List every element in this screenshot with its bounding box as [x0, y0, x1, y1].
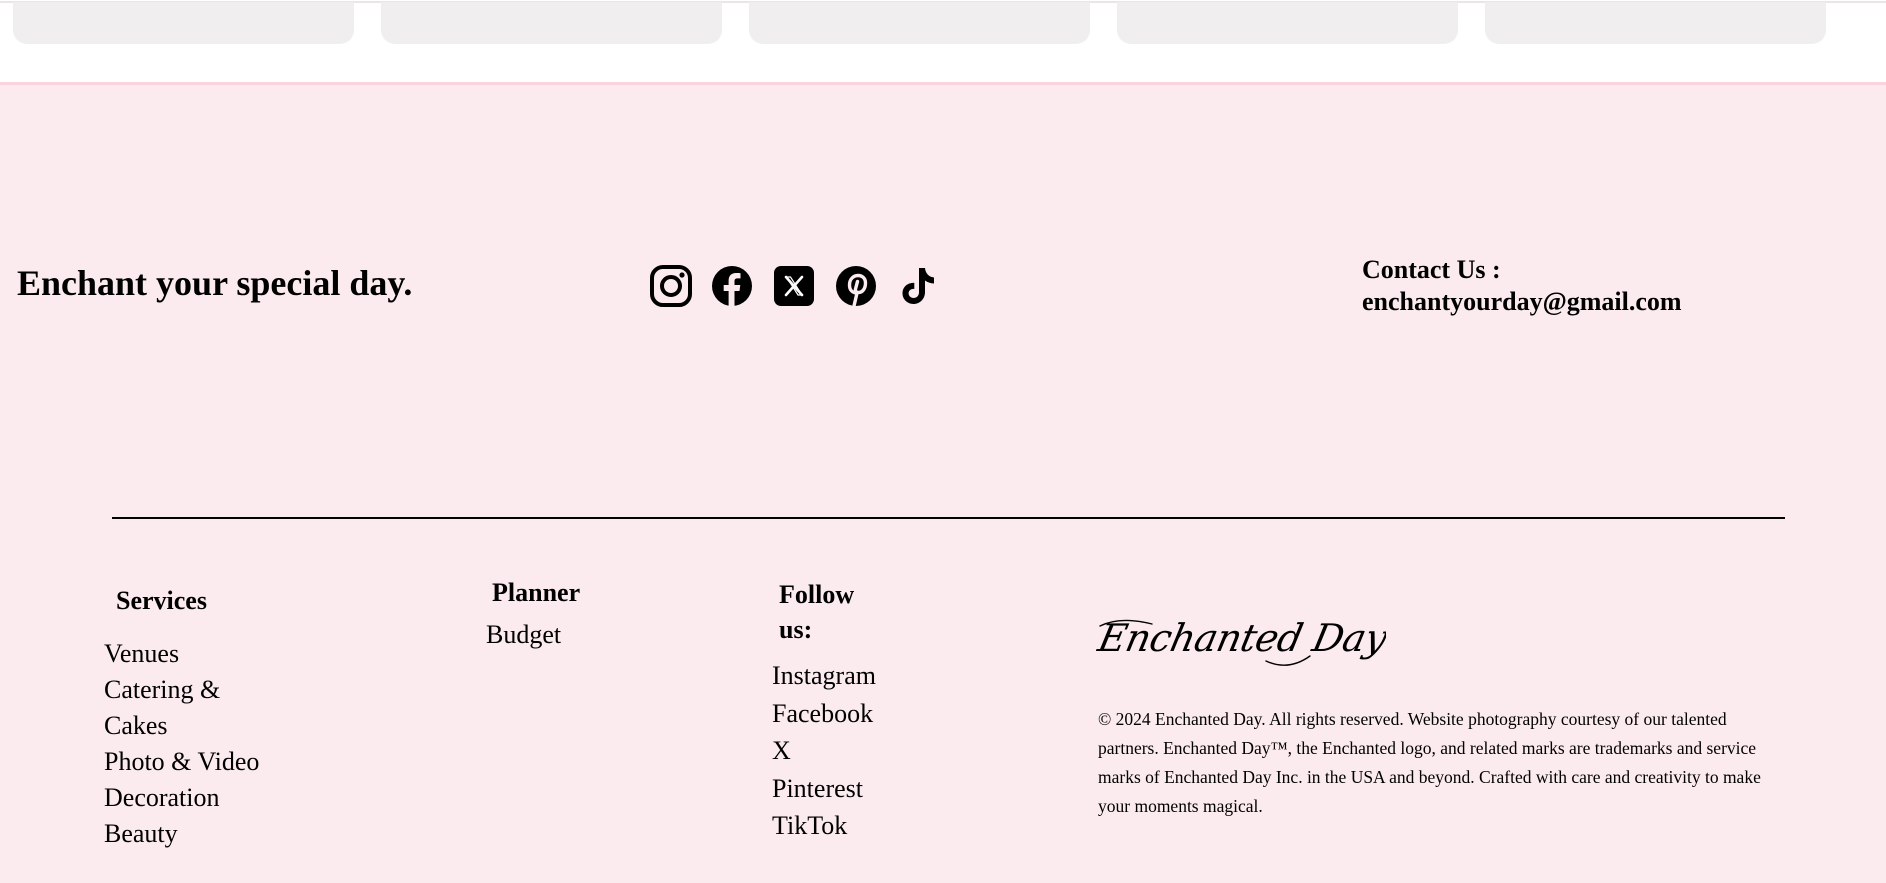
- svg-text:Enchanted Day: Enchanted Day: [1096, 616, 1386, 661]
- footer-tagline: Enchant your special day.: [17, 263, 413, 303]
- services-list: Venues Catering & Cakes Photo & Video De…: [104, 636, 279, 852]
- follow-link-pinterest[interactable]: Pinterest: [772, 770, 876, 808]
- facebook-icon[interactable]: [710, 264, 754, 308]
- pinterest-icon[interactable]: [834, 264, 878, 308]
- card-5[interactable]: [1485, 2, 1826, 44]
- instagram-icon[interactable]: [649, 264, 693, 308]
- top-section: [0, 0, 1886, 82]
- x-icon[interactable]: [772, 264, 816, 308]
- contact-label: Contact Us :: [1362, 255, 1501, 284]
- follow-link-facebook[interactable]: Facebook: [772, 695, 876, 733]
- footer-divider: [112, 517, 1785, 519]
- planner-list: Budget: [486, 617, 561, 653]
- services-link-venues[interactable]: Venues: [104, 636, 279, 672]
- enchanted-day-logo: Enchanted Day: [1096, 616, 1386, 666]
- legal-text: © 2024 Enchanted Day. All rights reserve…: [1098, 709, 1761, 816]
- services-link-decoration[interactable]: Decoration: [104, 780, 279, 816]
- services-heading: Services: [116, 586, 207, 615]
- planner-link-budget[interactable]: Budget: [486, 617, 561, 653]
- services-link-catering[interactable]: Catering & Cakes: [104, 672, 279, 744]
- follow-link-x[interactable]: X: [772, 732, 876, 770]
- follow-heading: Follow us:: [779, 580, 855, 644]
- card-3[interactable]: [749, 2, 1090, 44]
- planner-heading: Planner: [492, 578, 581, 607]
- follow-list: Instagram Facebook X Pinterest TikTok: [772, 657, 876, 845]
- card-2[interactable]: [381, 2, 722, 44]
- card-4[interactable]: [1117, 2, 1458, 44]
- card-1[interactable]: [13, 2, 354, 44]
- follow-link-instagram[interactable]: Instagram: [772, 657, 876, 695]
- contact-info: Contact Us : enchantyourday@gmail.com: [1362, 254, 1682, 318]
- services-link-beauty[interactable]: Beauty: [104, 816, 279, 852]
- services-link-photo-video[interactable]: Photo & Video: [104, 744, 279, 780]
- tiktok-icon[interactable]: [896, 264, 940, 308]
- follow-link-tiktok[interactable]: TikTok: [772, 807, 876, 845]
- contact-email[interactable]: enchantyourday@gmail.com: [1362, 286, 1682, 318]
